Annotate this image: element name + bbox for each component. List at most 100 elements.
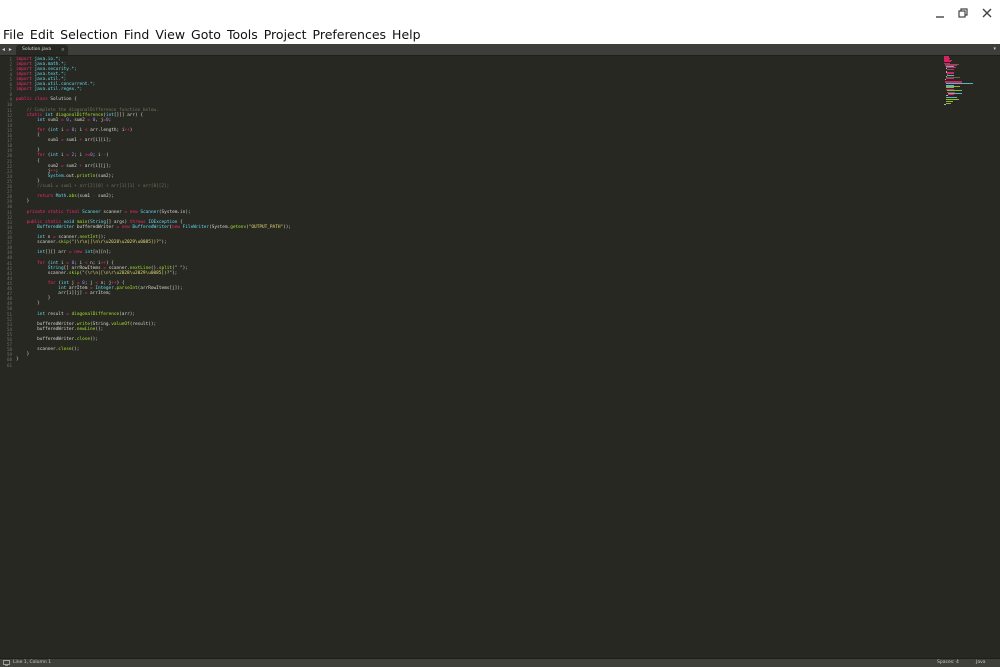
code-line[interactable]: BufferedWriter bufferedWriter = new Buff… <box>16 225 291 230</box>
code-token: class <box>34 97 48 103</box>
code-token: (System. <box>209 224 231 230</box>
minimap[interactable] <box>944 56 994 106</box>
minimap-line <box>946 78 955 80</box>
code-token: Solution { <box>47 97 77 103</box>
code-token: abs <box>68 194 77 200</box>
restore-icon[interactable] <box>953 3 973 23</box>
menu-goto[interactable]: Goto <box>188 26 224 44</box>
code-token: "(\r\n|[\n\r\u2028\u2029\u0085])?" <box>82 270 172 276</box>
code-token: new <box>129 209 138 215</box>
close-icon[interactable] <box>977 3 997 23</box>
code-token: sum1 <box>63 138 80 144</box>
tab-solution-java[interactable]: Solution.java × <box>16 45 68 55</box>
code-token: ; i <box>74 153 85 159</box>
code-token: (); <box>95 326 104 332</box>
code-token: int <box>84 250 93 256</box>
minimap-line <box>946 102 951 104</box>
menu-selection[interactable]: Selection <box>57 26 121 44</box>
code-line[interactable]: bufferedWriter.newLine(); <box>16 327 103 332</box>
code-token: BufferedWriter <box>37 224 75 230</box>
minimap-line <box>947 69 955 71</box>
minimize-icon[interactable] <box>930 3 950 23</box>
code-token: FileWriter <box>182 224 210 230</box>
monitor-icon[interactable] <box>3 660 10 666</box>
code-token: new <box>172 224 180 230</box>
tab-close-icon[interactable]: × <box>61 45 65 55</box>
menu-find[interactable]: Find <box>121 26 153 44</box>
code-token: result <box>45 311 67 317</box>
code-line[interactable]: scanner.skip("(\r\n|[\n\r\u2028\u2029\u0… <box>16 270 178 276</box>
code-token: valueOf <box>111 321 130 327</box>
title-bar <box>0 0 1000 26</box>
code-token: sum2); <box>95 194 114 200</box>
tab-nav-arrows[interactable]: ◂ ▸ <box>2 44 13 55</box>
code-line[interactable]: //sum1 = sum1 + arr[2][0] + arr[1][1] + … <box>16 184 169 189</box>
code-token: [][] arr) { <box>113 112 143 118</box>
line-number: 61 <box>6 362 12 368</box>
code-line[interactable]: private static final Scanner scanner = n… <box>16 210 191 215</box>
code-line[interactable]: return Math.abs(sum1 - sum2); <box>16 194 114 199</box>
code-token: parseInt <box>116 286 138 291</box>
menu-help[interactable]: Help <box>389 26 424 44</box>
tab-dropdown-icon[interactable]: ▾ <box>993 44 996 55</box>
menu-view[interactable]: View <box>152 26 188 44</box>
vertical-scrollbar[interactable] <box>994 56 1000 658</box>
menu-file[interactable]: File <box>0 26 27 44</box>
code-token: ; <box>108 117 112 123</box>
code-token: ; i <box>74 127 85 133</box>
code-line[interactable]: import java.util.regex.*; <box>16 87 82 92</box>
code-line[interactable]: public class Solution { <box>16 97 77 102</box>
code-token: bufferedWriter. <box>16 337 77 342</box>
code-token: ); <box>182 265 188 271</box>
code-token: [][] arr <box>45 250 69 256</box>
code-token: .out. <box>63 173 77 179</box>
code-token: //sum1 = sum1 + arr[2][0] + arr[1][1] + … <box>16 184 170 189</box>
line-number-gutter: 1 2 3 4 5 6 7 8 9 10 11 12 13 14 15 16 17 18 19 20 21 22 23 24 2… <box>0 56 12 658</box>
code-token: println <box>76 173 96 179</box>
code-token: (result)); <box>129 321 157 327</box>
code-line[interactable]: } <box>16 301 40 306</box>
code-token: scanner <box>100 209 125 215</box>
code-token: "OUTPUT_PATH" <box>248 224 284 230</box>
code-line[interactable]: } <box>16 199 30 205</box>
code-line[interactable]: bufferedWriter.close(); <box>16 337 98 342</box>
minimap-line <box>948 93 955 95</box>
code-line[interactable]: int sum1 = 0, sum2 = 0, j=0; <box>16 118 111 123</box>
code-token: ) <box>129 127 133 133</box>
code-token: arr[i][j]; <box>82 163 112 169</box>
code-line[interactable]: } <box>16 357 19 362</box>
code-token: ) <box>106 153 109 159</box>
code-token: (sum1 <box>76 194 93 200</box>
code-token: scanner. <box>16 270 69 276</box>
menu-preferences[interactable]: Preferences <box>310 26 390 44</box>
code-token: final <box>66 209 80 215</box>
code-token: getenv <box>230 224 247 230</box>
code-line[interactable]: scanner.skip("(\r\n|[\n\r\u2028\u2029\u0… <box>16 240 167 245</box>
code-line[interactable]: sum1 = sum1 + arr[i][i]; <box>16 138 112 144</box>
code-token: static <box>47 209 64 215</box>
menu-project[interactable]: Project <box>261 26 310 44</box>
code-token: arr[i][i]; <box>82 138 112 144</box>
code-line[interactable]: int result = diagonalDifference(arr); <box>16 312 135 317</box>
menu-bar: File Edit Selection Find View Goto Tools… <box>0 26 1000 44</box>
code-token: Scanner <box>82 209 101 215</box>
code-token: new <box>74 250 83 256</box>
code-token: (arr); <box>119 311 136 317</box>
code-token: newLine <box>76 326 96 332</box>
menu-tools[interactable]: Tools <box>224 26 261 44</box>
code-token: } <box>16 199 30 205</box>
code-token: bufferedWriter <box>74 224 117 230</box>
code-token: skip <box>58 240 69 246</box>
code-token: , sum2 <box>68 117 88 123</box>
tab-bar: ◂ ▸ Solution.java × ▾ <box>0 44 1000 56</box>
code-token: (); <box>71 347 80 353</box>
code-token: private <box>26 209 46 215</box>
code-line[interactable]: int[][] arr = new int[n][n]; <box>16 250 111 255</box>
menu-edit[interactable]: Edit <box>27 26 57 44</box>
code-area[interactable]: import java.io.*; import java.math.*; impo… <box>16 56 916 658</box>
code-editor[interactable]: 1 2 3 4 5 6 7 8 9 10 11 12 13 14 15 16 17 18 19 20 21 22 23 24 2… <box>0 56 1000 658</box>
code-token: )); <box>283 224 292 230</box>
